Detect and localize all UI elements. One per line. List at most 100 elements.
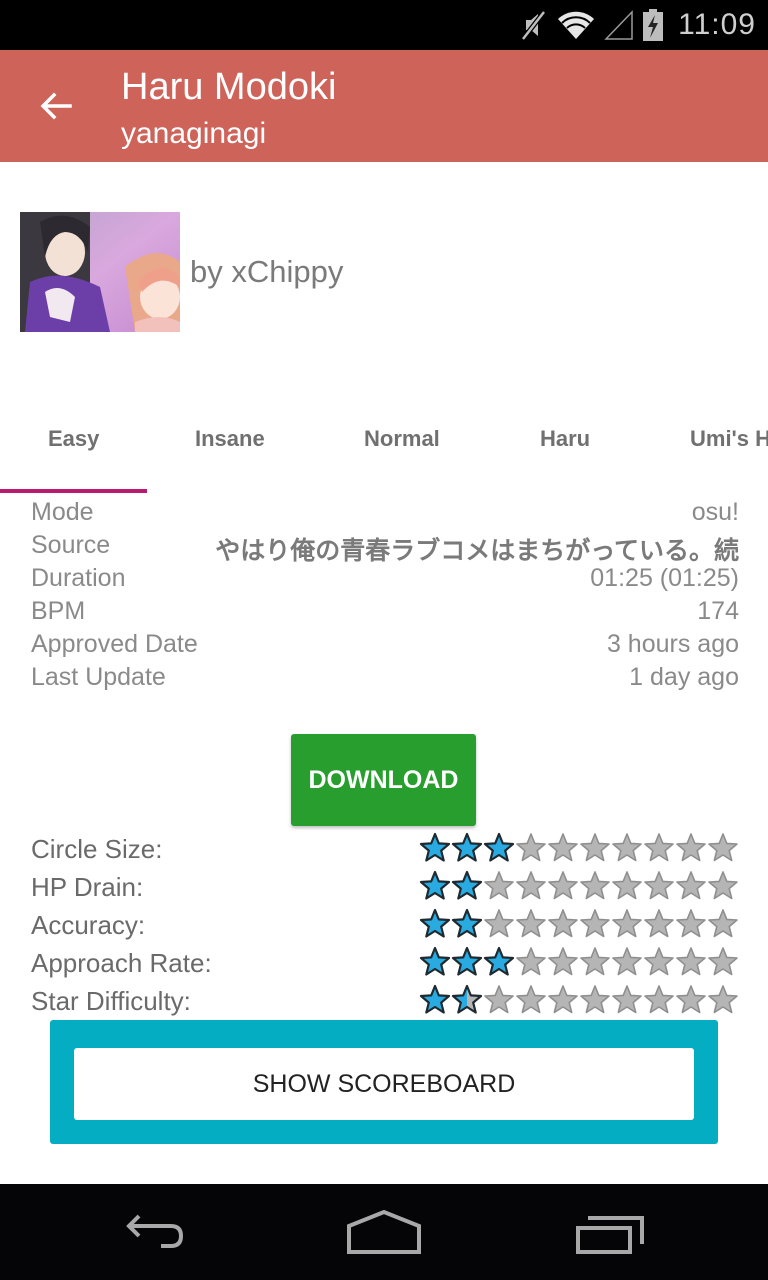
star-empty-icon — [580, 909, 610, 938]
info-row-duration: Duration 01:25 (01:25) — [31, 564, 739, 597]
tab-normal[interactable]: Normal — [364, 426, 440, 452]
battery-charging-icon — [643, 9, 664, 41]
star-empty-icon — [644, 985, 674, 1014]
star-filled-icon — [483, 832, 515, 862]
star-empty-icon — [708, 947, 738, 976]
stat-row-circle-size: Circle Size: — [31, 830, 739, 868]
star-rating — [419, 908, 739, 938]
star-filled-icon — [483, 946, 515, 976]
selected-tab-indicator — [0, 489, 147, 493]
navigation-bar — [0, 1184, 768, 1280]
star-empty-icon — [644, 947, 674, 976]
star-empty-icon — [548, 833, 578, 862]
star-empty-icon — [676, 909, 706, 938]
star-empty-icon — [676, 947, 706, 976]
star-empty-icon — [516, 871, 546, 900]
info-label: Mode — [31, 498, 94, 526]
stat-row-accuracy: Accuracy: — [31, 906, 739, 944]
stat-label: Circle Size: — [31, 834, 163, 864]
star-filled-icon — [451, 832, 483, 862]
star-empty-icon — [484, 985, 514, 1014]
tab-umis-h[interactable]: Umi's H — [690, 426, 768, 452]
tab-insane[interactable]: Insane — [195, 426, 265, 452]
info-row-source: Source やはり俺の青春ラブコメはまちがっている。続 — [31, 531, 739, 565]
star-empty-icon — [580, 833, 610, 862]
star-empty-icon — [484, 871, 514, 900]
stat-label: HP Drain: — [31, 872, 144, 902]
mapper-credit: by xChippy — [190, 254, 344, 289]
star-filled-icon — [419, 946, 451, 976]
star-empty-icon — [548, 871, 578, 900]
star-empty-icon — [708, 985, 738, 1014]
info-label: Approved Date — [31, 630, 198, 658]
star-rating — [419, 946, 739, 976]
info-row-last-update: Last Update 1 day ago — [31, 663, 739, 696]
back-nav-icon[interactable] — [115, 1204, 205, 1264]
stat-label: Accuracy: — [31, 910, 146, 940]
star-empty-icon — [708, 833, 738, 862]
star-empty-icon — [516, 909, 546, 938]
app-bar: Haru Modoki yanaginagi — [0, 50, 768, 162]
star-empty-icon — [516, 947, 546, 976]
star-empty-icon — [516, 985, 546, 1014]
star-empty-icon — [580, 871, 610, 900]
difficulty-stats: Circle Size: HP Drain: Accuracy: Approac… — [31, 830, 739, 1020]
star-empty-icon — [548, 985, 578, 1014]
arrow-back-icon[interactable] — [36, 86, 76, 126]
scoreboard-frame: SHOW SCOREBOARD — [50, 1020, 718, 1144]
star-empty-icon — [548, 909, 578, 938]
recents-nav-icon[interactable] — [566, 1204, 656, 1264]
info-value: 01:25 (01:25) — [590, 564, 739, 592]
star-rating — [419, 984, 739, 1014]
star-empty-icon — [612, 985, 642, 1014]
star-empty-icon — [516, 833, 546, 862]
stat-label: Star Difficulty: — [31, 986, 191, 1016]
beatmap-info: Mode osu! Source やはり俺の青春ラブコメはまちがっている。続 D… — [31, 498, 739, 696]
star-empty-icon — [644, 871, 674, 900]
info-value: osu! — [691, 498, 739, 526]
star-filled-icon — [451, 908, 483, 938]
info-row-mode: Mode osu! — [31, 498, 739, 531]
artist-name: yanaginagi — [121, 117, 267, 150]
info-value: 174 — [697, 597, 739, 625]
mute-icon — [521, 10, 547, 41]
star-empty-icon — [676, 833, 706, 862]
wifi-icon — [558, 11, 595, 39]
star-empty-icon — [612, 833, 642, 862]
info-row-bpm: BPM 174 — [31, 597, 739, 630]
info-value: やはり俺の青春ラブコメはまちがっている。続 — [215, 537, 739, 565]
home-nav-icon[interactable] — [339, 1204, 429, 1264]
star-empty-icon — [676, 871, 706, 900]
clock: 11:09 — [678, 8, 756, 41]
tab-haru[interactable]: Haru — [540, 426, 590, 452]
star-empty-icon — [612, 947, 642, 976]
status-icons: 11:09 — [520, 6, 756, 44]
info-label: BPM — [31, 597, 86, 625]
difficulty-tabs: Easy Insane Normal Haru Umi's H — [0, 400, 768, 494]
info-label: Duration — [31, 564, 126, 592]
download-button[interactable]: DOWNLOAD — [291, 734, 476, 826]
info-label: Last Update — [31, 663, 166, 691]
stat-row-star-difficulty: Star Difficulty: — [31, 982, 739, 1020]
star-empty-icon — [612, 909, 642, 938]
star-filled-icon — [419, 984, 451, 1014]
show-scoreboard-button[interactable]: SHOW SCOREBOARD — [74, 1048, 694, 1120]
star-empty-icon — [644, 909, 674, 938]
beatmap-cover-image — [20, 212, 180, 332]
star-empty-icon — [580, 947, 610, 976]
status-bar: 11:09 — [0, 0, 768, 50]
star-filled-icon — [419, 832, 451, 862]
song-title: Haru Modoki — [121, 66, 337, 108]
info-value: 3 hours ago — [606, 630, 739, 658]
star-filled-icon — [451, 870, 483, 900]
star-empty-icon — [644, 833, 674, 862]
stat-label: Approach Rate: — [31, 948, 212, 978]
info-value: 1 day ago — [629, 663, 739, 691]
star-half-icon — [451, 984, 483, 1014]
star-empty-icon — [484, 909, 514, 938]
star-filled-icon — [419, 870, 451, 900]
star-empty-icon — [548, 947, 578, 976]
star-empty-icon — [708, 871, 738, 900]
info-label: Source — [31, 531, 111, 559]
tab-easy[interactable]: Easy — [48, 426, 99, 452]
